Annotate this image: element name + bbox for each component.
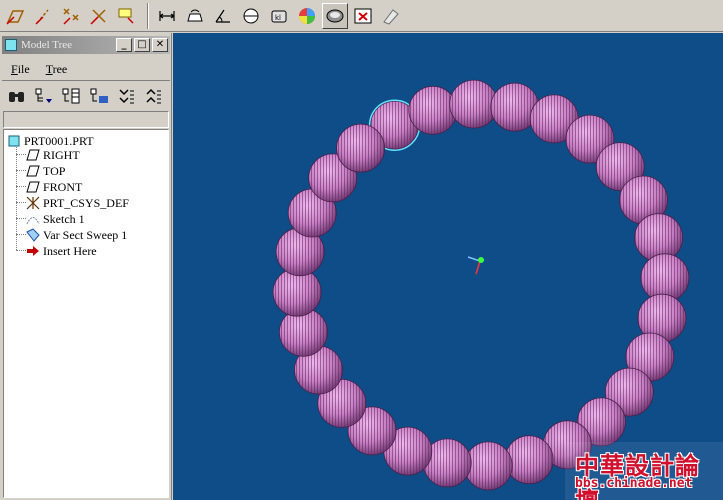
tree-item-right[interactable]: RIGHT bbox=[26, 147, 80, 163]
close-window-icon[interactable] bbox=[350, 3, 376, 29]
datum-plane-display-icon[interactable] bbox=[2, 3, 28, 29]
show-icon[interactable] bbox=[88, 85, 109, 107]
sketch-icon bbox=[26, 212, 40, 226]
model-tree-toolbar bbox=[2, 83, 170, 109]
tree-connector-line bbox=[16, 186, 26, 187]
toolbar-separator bbox=[147, 2, 149, 29]
insert-arrow-icon bbox=[26, 244, 40, 258]
model-tree-menubar: File Tree bbox=[2, 59, 170, 81]
annotation-display-icon[interactable] bbox=[114, 3, 140, 29]
close-button[interactable]: ✕ bbox=[152, 38, 168, 52]
tree-connector-line bbox=[16, 170, 26, 171]
tree-filter-field[interactable] bbox=[3, 111, 169, 128]
tree-item-sketch[interactable]: Sketch 1 bbox=[26, 211, 85, 227]
main-toolbar: kl bbox=[0, 0, 723, 32]
expand-icon[interactable] bbox=[115, 85, 136, 107]
bead-ring bbox=[272, 79, 690, 491]
tree-item-top[interactable]: TOP bbox=[26, 163, 65, 179]
part-icon bbox=[7, 134, 21, 148]
watermark-title: 中華設計論壇 bbox=[575, 452, 700, 500]
bead bbox=[336, 123, 386, 173]
color-appearance-icon[interactable] bbox=[294, 3, 320, 29]
datum-plane-icon bbox=[26, 164, 40, 178]
menu-file[interactable]: File bbox=[11, 62, 30, 77]
tree-item-label: Var Sect Sweep 1 bbox=[43, 227, 128, 242]
tree-item-label: PRT_CSYS_DEF bbox=[43, 195, 129, 210]
datum-point-display-icon[interactable] bbox=[58, 3, 84, 29]
tree-connector-line bbox=[16, 202, 26, 203]
datum-plane-icon bbox=[26, 148, 40, 162]
tree-item-label: FRONT bbox=[43, 179, 83, 194]
maximize-button[interactable]: □ bbox=[134, 38, 150, 52]
csys-icon bbox=[26, 196, 40, 210]
find-icon[interactable] bbox=[6, 85, 27, 107]
tree-item-label: RIGHT bbox=[43, 147, 80, 162]
shading-icon[interactable] bbox=[322, 2, 348, 29]
minimize-button[interactable]: _ bbox=[116, 38, 132, 52]
tree-item-insert-here[interactable]: Insert Here bbox=[26, 243, 97, 259]
tree-item-label: TOP bbox=[43, 163, 66, 178]
sweep-icon bbox=[26, 228, 40, 242]
svg-text:kl: kl bbox=[275, 14, 281, 22]
measure-angle-icon[interactable] bbox=[210, 3, 236, 29]
model-tree-titlebar[interactable]: Model Tree _ □ ✕ bbox=[2, 36, 170, 54]
watermark-url: bbs.chinade.net bbox=[575, 476, 693, 491]
tree-item-label: Insert Here bbox=[43, 243, 97, 258]
model-tree-panel: Model Tree _ □ ✕ File Tree PRT0001.PRT R… bbox=[0, 33, 172, 500]
bead bbox=[408, 85, 458, 135]
regenerate-icon[interactable] bbox=[378, 3, 404, 29]
datum-axis-display-icon[interactable] bbox=[30, 3, 56, 29]
measure-diameter-icon[interactable] bbox=[238, 3, 264, 29]
tree-item-label: Sketch 1 bbox=[43, 211, 85, 226]
columns-icon[interactable] bbox=[61, 85, 82, 107]
coordinate-triad bbox=[467, 256, 484, 275]
bead bbox=[504, 435, 554, 485]
model-scene bbox=[272, 79, 690, 491]
settings-icon[interactable] bbox=[33, 85, 54, 107]
tree-item-front[interactable]: FRONT bbox=[26, 179, 82, 195]
collapse-icon[interactable] bbox=[143, 85, 164, 107]
datum-plane-icon bbox=[26, 180, 40, 194]
tree-item-sweep[interactable]: Var Sect Sweep 1 bbox=[26, 227, 127, 243]
coordinate-system-display-icon[interactable] bbox=[86, 3, 112, 29]
measure-area-icon[interactable] bbox=[182, 3, 208, 29]
model-tree-list: PRT0001.PRT RIGHT TOP FRONT PRT_CSYS_DEF… bbox=[3, 129, 169, 498]
menu-tree[interactable]: Tree bbox=[46, 62, 68, 77]
model-tree-title: Model Tree bbox=[21, 39, 73, 51]
tree-connector-line bbox=[16, 250, 26, 251]
model-tree-icon bbox=[5, 39, 17, 51]
bead bbox=[463, 441, 513, 491]
tree-connector-line bbox=[16, 234, 26, 235]
model-analysis-icon[interactable]: kl bbox=[266, 3, 292, 29]
tree-connector-line bbox=[16, 154, 26, 155]
graphics-viewport[interactable] bbox=[173, 33, 723, 500]
measure-distance-icon[interactable] bbox=[154, 3, 180, 29]
tree-connector-line bbox=[16, 218, 26, 219]
bead bbox=[449, 79, 499, 129]
tree-item-csys[interactable]: PRT_CSYS_DEF bbox=[26, 195, 129, 211]
